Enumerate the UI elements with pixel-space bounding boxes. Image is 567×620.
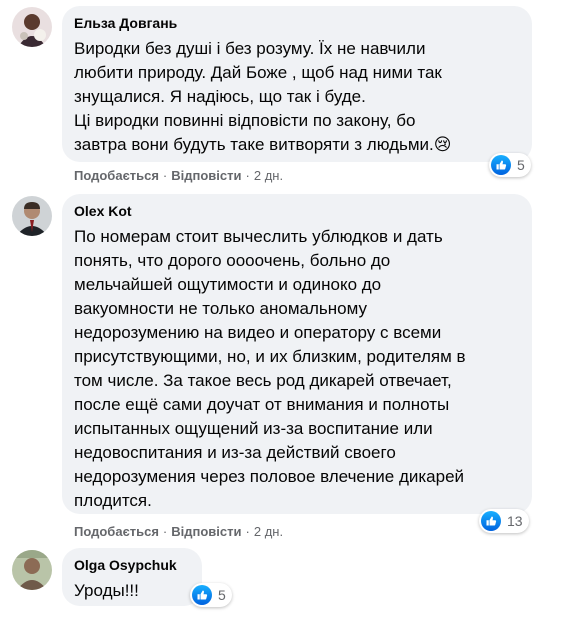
comment-text: Виродки без душі і без розуму. Їх не нав… xyxy=(74,37,451,157)
reaction-summary[interactable]: 5 xyxy=(489,153,531,177)
reply-link[interactable]: Відповісти xyxy=(171,524,241,539)
reaction-count: 5 xyxy=(517,157,525,173)
comment-actions: Подобається · Відповісти · 2 дн. xyxy=(74,524,283,540)
comment: Olga Osypchuk Уроды!!! 5 xyxy=(0,540,567,620)
separator-dot: · xyxy=(245,524,250,539)
comment-actions: Подобається · Відповісти · 2 дн. xyxy=(74,168,283,184)
separator-dot: · xyxy=(162,168,168,183)
reaction-count: 5 xyxy=(218,587,226,603)
reaction-count: 13 xyxy=(507,513,523,529)
comment-bubble: Ельза Довгань Виродки без душі і без роз… xyxy=(62,6,532,162)
comment: Olex Kot По номерам стоит вычеслить ублю… xyxy=(0,190,567,540)
separator-dot: · xyxy=(245,168,250,183)
comment-bubble: Olga Osypchuk Уроды!!! xyxy=(62,548,202,606)
comment-text-body: Виродки без душі і без розуму. Їх не нав… xyxy=(74,39,442,154)
avatar[interactable] xyxy=(12,7,52,47)
comment-timestamp[interactable]: 2 дн. xyxy=(254,168,283,183)
reaction-summary[interactable]: 5 xyxy=(190,583,232,607)
like-link[interactable]: Подобається xyxy=(74,168,159,183)
comment-text: По номерам стоит вычеслить ублюдков и да… xyxy=(74,227,466,510)
crying-face-emoji: 😢 xyxy=(433,135,452,154)
like-icon xyxy=(481,511,501,531)
comment: Ельза Довгань Виродки без душі і без роз… xyxy=(0,0,567,190)
reply-link[interactable]: Відповісти xyxy=(171,168,241,183)
like-link[interactable]: Подобається xyxy=(74,524,159,539)
reaction-summary[interactable]: 13 xyxy=(479,509,529,533)
comment-bubble: Olex Kot По номерам стоит вычеслить ублю… xyxy=(62,194,532,514)
comment-author[interactable]: Olga Osypchuk xyxy=(74,557,177,573)
like-icon xyxy=(192,585,212,605)
comment-author[interactable]: Olex Kot xyxy=(74,203,132,219)
avatar[interactable] xyxy=(12,196,52,236)
comment-author[interactable]: Ельза Довгань xyxy=(74,15,177,31)
comment-text: Уроды!!! xyxy=(74,581,139,600)
separator-dot: · xyxy=(162,524,168,539)
avatar[interactable] xyxy=(12,550,52,590)
comment-timestamp[interactable]: 2 дн. xyxy=(254,524,283,539)
like-icon xyxy=(491,155,511,175)
